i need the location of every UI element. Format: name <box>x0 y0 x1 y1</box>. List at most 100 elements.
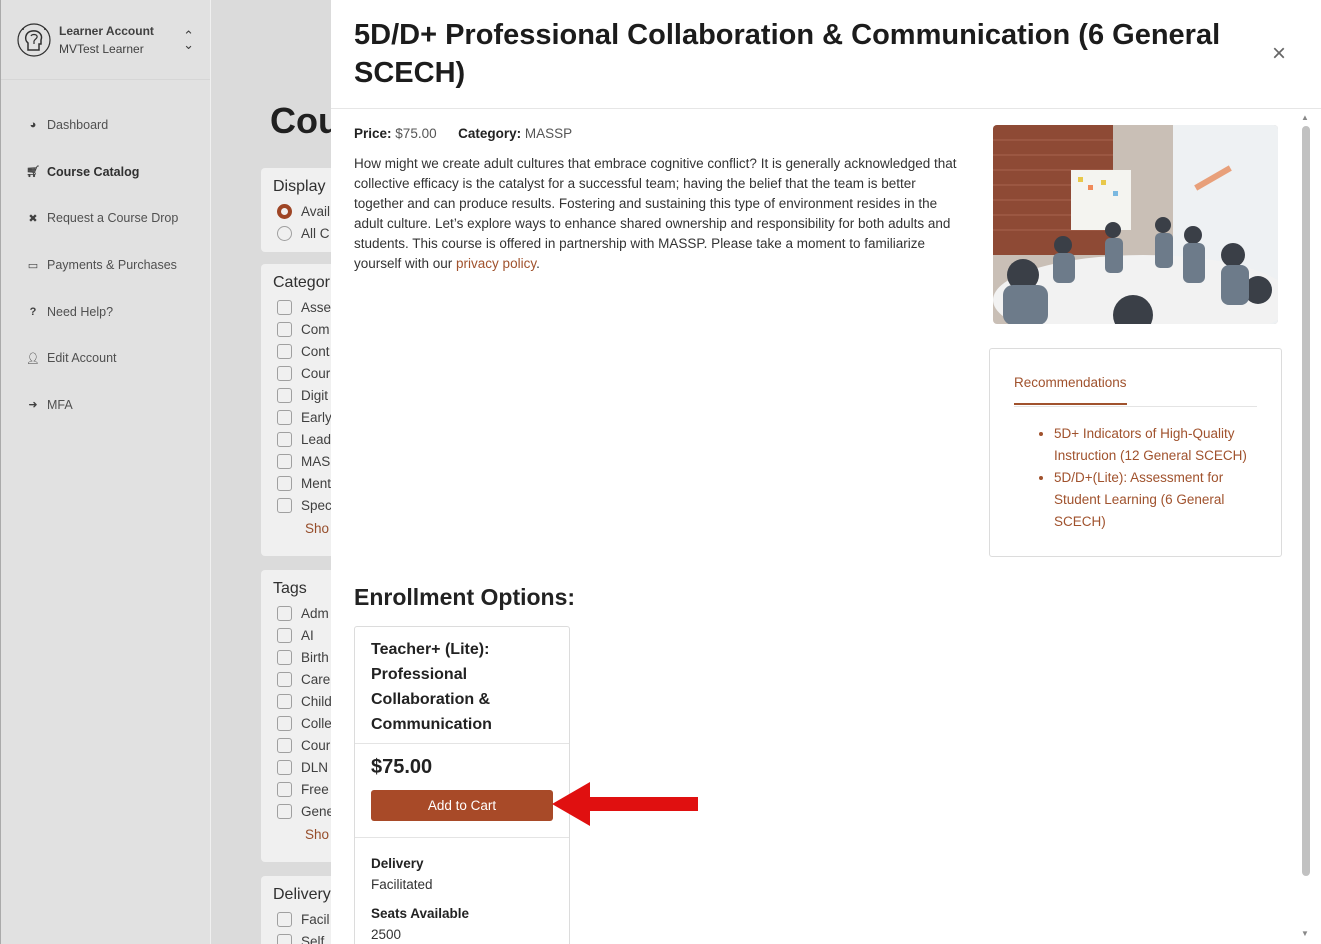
x-icon: ✖ <box>28 212 38 225</box>
checkbox[interactable] <box>277 497 292 513</box>
sidebar-item-need-help[interactable]: ? Need Help? <box>1 288 210 335</box>
category-checkbox[interactable]: Cour <box>261 362 331 384</box>
option-label: Avail <box>301 203 331 219</box>
seats-label: Seats Available <box>371 906 470 921</box>
modal-scrollbar[interactable]: ▲ ▼ <box>1300 110 1312 944</box>
tag-checkbox[interactable]: DLN <box>261 756 331 778</box>
display-option-available[interactable]: Avail <box>261 200 331 222</box>
tag-checkbox[interactable]: Birth <box>261 646 331 668</box>
checkbox[interactable] <box>277 387 292 403</box>
credit-card-icon: ▭ <box>27 259 39 272</box>
catalog-main: Cou Display Avail All C Categor Asse Com… <box>211 0 331 944</box>
option-label: Digit <box>301 387 329 403</box>
checkbox[interactable] <box>277 759 292 775</box>
panel-title: Display <box>273 178 326 195</box>
privacy-policy-link[interactable]: privacy policy <box>456 256 536 271</box>
checkbox[interactable] <box>277 803 292 819</box>
sidebar-item-label: Payments & Purchases <box>47 258 177 273</box>
checkbox[interactable] <box>277 911 292 927</box>
sidebar-item-mfa[interactable]: ➜ MFA <box>1 382 210 429</box>
checkbox[interactable] <box>277 715 292 731</box>
show-more-link[interactable]: Sho <box>261 822 331 846</box>
sign-in-icon: ➜ <box>28 399 38 412</box>
recommendation-link[interactable]: 5D/D+(Lite): Assessment for Student Lear… <box>1054 467 1254 533</box>
category-checkbox[interactable]: Cont <box>261 340 331 362</box>
scroll-up-arrow-icon[interactable]: ▲ <box>1301 113 1309 122</box>
sidebar-item-edit-account[interactable]: 👤︎ Edit Account <box>1 335 210 382</box>
sidebar-item-label: Need Help? <box>47 304 114 319</box>
sidebar-item-course-catalog[interactable]: 🛒︎ Course Catalog <box>1 149 210 196</box>
tag-checkbox[interactable]: Colle <box>261 712 331 734</box>
sidebar-item-dashboard[interactable]: ◕ Dashboard <box>1 102 210 149</box>
tag-checkbox[interactable]: Free <box>261 778 331 800</box>
recommendations-list: 5D+ Indicators of High-Quality Instructi… <box>1054 423 1254 533</box>
add-to-cart-button[interactable]: Add to Cart <box>371 790 553 821</box>
recommendation-link[interactable]: 5D+ Indicators of High-Quality Instructi… <box>1054 423 1254 467</box>
course-meta: Price: $75.00 Category: MASSP <box>354 126 572 141</box>
sidebar-item-request-drop[interactable]: ✖ Request a Course Drop <box>1 195 210 242</box>
delivery-checkbox[interactable]: Facil <box>261 908 331 930</box>
show-more-link[interactable]: Sho <box>261 516 331 540</box>
checkbox[interactable] <box>277 365 292 381</box>
sidebar-item-label: Edit Account <box>47 351 117 366</box>
sidebar: Learner Account MVTest Learner ⌃ ⌄ ◕ Dash… <box>0 0 210 944</box>
category-checkbox[interactable]: Digit <box>261 384 331 406</box>
tag-checkbox[interactable]: Adm <box>261 602 331 624</box>
tag-checkbox[interactable]: Care <box>261 668 331 690</box>
checkbox[interactable] <box>277 453 292 469</box>
category-checkbox[interactable]: Lead <box>261 428 331 450</box>
checkbox[interactable] <box>277 343 292 359</box>
checkbox[interactable] <box>277 933 292 944</box>
category-checkbox[interactable]: Early <box>261 406 331 428</box>
checkbox[interactable] <box>277 781 292 797</box>
option-label: Adm <box>301 605 329 621</box>
tag-checkbox[interactable]: Cour <box>261 734 331 756</box>
sidebar-item-label: Dashboard <box>47 118 109 133</box>
tag-checkbox[interactable]: AI <box>261 624 331 646</box>
scrollbar-thumb[interactable] <box>1302 126 1310 876</box>
checkbox[interactable] <box>277 627 292 643</box>
chevron-up-down-icon[interactable]: ⌃ ⌄ <box>183 29 194 51</box>
course-description: How might we create adult cultures that … <box>354 154 969 274</box>
radio[interactable] <box>277 225 292 241</box>
checkbox[interactable] <box>277 409 292 425</box>
checkbox[interactable] <box>277 737 292 753</box>
tag-checkbox[interactable]: Child <box>261 690 331 712</box>
category-checkbox[interactable]: MAS <box>261 450 331 472</box>
checkbox[interactable] <box>277 431 292 447</box>
checkbox[interactable] <box>277 649 292 665</box>
recommendations-card: Recommendations 5D+ Indicators of High-Q… <box>989 348 1282 557</box>
tag-checkbox[interactable]: Gene <box>261 800 331 822</box>
radio-selected[interactable] <box>277 203 292 219</box>
category-checkbox[interactable]: Asse <box>261 296 331 318</box>
checkbox[interactable] <box>277 475 292 491</box>
option-label: Birth <box>301 649 329 665</box>
category-checkbox[interactable]: Com <box>261 318 331 340</box>
delivery-checkbox[interactable]: Self <box>261 930 331 944</box>
tab-divider <box>1014 406 1257 407</box>
panel-title: Categor <box>273 274 330 291</box>
scroll-down-arrow-icon[interactable]: ▼ <box>1301 929 1309 938</box>
close-icon[interactable]: × <box>1272 42 1286 66</box>
delivery-label: Delivery <box>371 856 424 871</box>
checkbox[interactable] <box>277 321 292 337</box>
category-checkbox[interactable]: Spec <box>261 494 331 516</box>
checkbox[interactable] <box>277 605 292 621</box>
option-label: Colle <box>301 715 331 731</box>
option-label: Early <box>301 409 331 425</box>
sidebar-item-payments[interactable]: ▭ Payments & Purchases <box>1 242 210 289</box>
description-end: . <box>536 256 540 271</box>
option-label: Self <box>301 933 325 944</box>
display-option-all[interactable]: All C <box>261 222 331 244</box>
category-checkbox[interactable]: Ment <box>261 472 331 494</box>
account-switcher[interactable]: Learner Account MVTest Learner ⌃ ⌄ <box>1 0 210 80</box>
tab-recommendations[interactable]: Recommendations <box>1014 375 1127 405</box>
seats-value: 2500 <box>371 927 402 942</box>
checkbox[interactable] <box>277 671 292 687</box>
option-label: Facil <box>301 911 330 927</box>
red-arrow-annotation-icon <box>552 782 698 826</box>
checkbox[interactable] <box>277 693 292 709</box>
option-name: Teacher+ (Lite): Professional Collaborat… <box>355 627 569 744</box>
tags-filter-panel: Tags Adm AI Birth Care Child Colle Cour … <box>261 570 331 862</box>
checkbox[interactable] <box>277 299 292 315</box>
